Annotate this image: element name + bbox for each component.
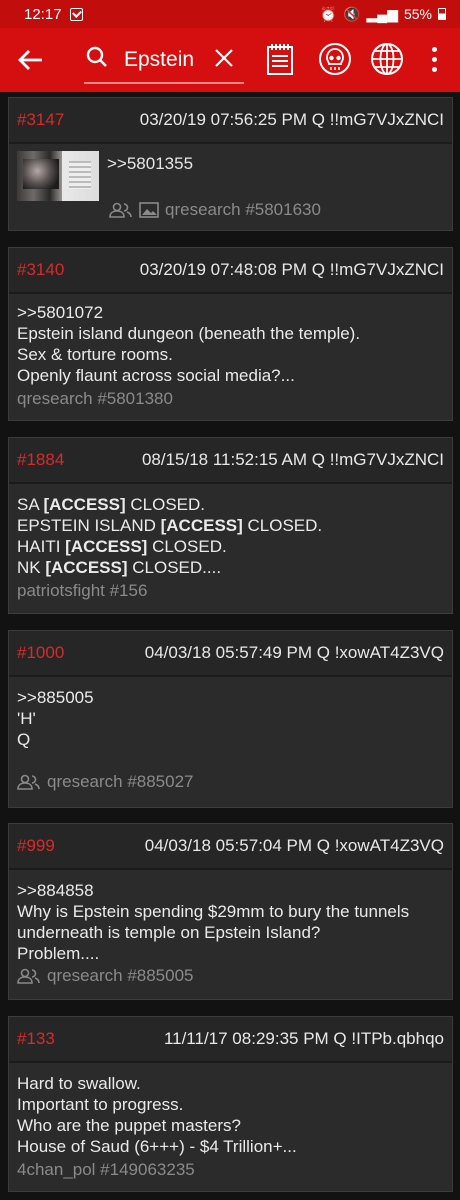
status-right: ⏰ 🔇 ▂▄▆ 55%: [320, 6, 446, 23]
post-body: >>5801072 Epstein island dungeon (beneat…: [9, 294, 452, 386]
post-text-line: Important to progress.: [17, 1095, 184, 1114]
post-text-line: EPSTEIN ISLAND [ACCESS] CLOSED.: [17, 516, 323, 535]
mute-icon: 🔇: [343, 5, 361, 22]
post-meta: 04/03/18 05:57:49 PM Q !xowAT4Z3VQ: [144, 643, 444, 662]
status-time: 12:17: [24, 5, 62, 23]
post-reply-link[interactable]: >>885005: [17, 687, 444, 708]
post-meta: 03/20/19 07:56:25 PM Q !!mG7VJxZNCI: [139, 110, 444, 129]
battery-icon: [438, 8, 446, 20]
image-icon: [139, 202, 159, 218]
post-source[interactable]: qresearch #885005: [47, 966, 194, 986]
post-header: #999 04/03/18 05:57:04 PM Q !xowAT4Z3VQ: [9, 824, 452, 870]
post-text-line: Why is Epstein spending $29mm to bury th…: [17, 902, 410, 921]
post-text-line: Who are the puppet masters?: [17, 1116, 241, 1135]
post-body: >>884858 Why is Epstein spending $29mm t…: [9, 870, 452, 964]
post-text-line: SA [ACCESS] CLOSED.: [17, 495, 205, 514]
post-text-line: Epstein island dungeon (beneath the temp…: [17, 324, 361, 343]
post-footer: qresearch #5801380: [9, 386, 452, 409]
post-text-line: Hard to swallow.: [17, 1074, 141, 1093]
post-text-line: House of Saud (6+++) - $4 Trillion+...: [17, 1137, 297, 1156]
post-body: SA [ACCESS] CLOSED. EPSTEIN ISLAND [ACCE…: [9, 484, 452, 578]
post-footer: patriotsfight #156: [9, 578, 452, 601]
people-icon: [109, 202, 132, 218]
post-number[interactable]: #3140: [17, 260, 64, 280]
post-header: #3140 03/20/19 07:48:08 PM Q !!mG7VJxZNC…: [9, 248, 452, 294]
post-number[interactable]: #133: [17, 1029, 55, 1049]
skull-button[interactable]: [318, 42, 352, 76]
post-footer: qresearch #5801630: [101, 192, 329, 220]
post-meta: 08/15/18 11:52:15 AM Q !!mG7VJxZNCI: [141, 450, 444, 469]
post-meta: 04/03/18 05:57:04 PM Q !xowAT4Z3VQ: [144, 836, 444, 855]
post-footer: qresearch #885005: [9, 964, 452, 986]
post-meta: 11/11/17 08:29:35 PM Q !ITPb.qbhqo: [163, 1029, 444, 1048]
clear-search-button[interactable]: [212, 46, 236, 70]
post-source[interactable]: qresearch #885027: [47, 772, 194, 792]
post-header: #1884 08/15/18 11:52:15 AM Q !!mG7VJxZNC…: [9, 438, 452, 484]
post-text-line: 'H': [17, 709, 36, 728]
post-header: #1000 04/03/18 05:57:49 PM Q !xowAT4Z3VQ: [9, 631, 452, 677]
search-icon: [86, 46, 107, 67]
back-button[interactable]: [14, 44, 48, 76]
post-reply-link[interactable]: >>5801072: [17, 302, 444, 323]
post-number[interactable]: #1000: [17, 643, 64, 663]
post-number[interactable]: #1884: [17, 450, 64, 470]
post-header: #3147 03/20/19 07:56:25 PM Q !!mG7VJxZNC…: [9, 98, 452, 144]
post-number[interactable]: #999: [17, 836, 55, 856]
post-text-line: Sex & torture rooms.: [17, 345, 173, 364]
notification-icon: [69, 7, 83, 21]
post-body: >>885005 'H' Q: [9, 677, 452, 750]
battery-text: 55%: [403, 6, 432, 22]
notepad-icon: [267, 44, 293, 75]
post-text-line: Openly flaunt across social media?...: [17, 366, 295, 385]
post-text-line: Q: [17, 730, 31, 749]
notes-button[interactable]: [266, 42, 294, 76]
app-toolbar: Epstein: [0, 28, 460, 92]
people-icon: [17, 774, 40, 790]
close-icon: [215, 49, 233, 67]
globe-icon: [371, 43, 403, 75]
post-card[interactable]: #1884 08/15/18 11:52:15 AM Q !!mG7VJxZNC…: [8, 437, 453, 614]
post-source[interactable]: qresearch #5801380: [17, 389, 173, 409]
post-reply-link[interactable]: >>5801355: [107, 154, 193, 174]
post-source[interactable]: patriotsfight #156: [17, 581, 147, 601]
post-meta: 03/20/19 07:48:08 PM Q !!mG7VJxZNCI: [139, 260, 444, 279]
post-source[interactable]: 4chan_pol #149063235: [17, 1160, 195, 1180]
signal-icon: ▂▄▆: [366, 5, 398, 22]
more-vert-icon: [431, 46, 437, 72]
post-card[interactable]: #3147 03/20/19 07:56:25 PM Q !!mG7VJxZNC…: [8, 97, 453, 231]
post-card[interactable]: #999 04/03/18 05:57:04 PM Q !xowAT4Z3VQ …: [8, 823, 453, 1000]
post-source[interactable]: qresearch #5801630: [165, 200, 321, 220]
alarm-icon: ⏰: [319, 5, 338, 22]
post-text-line: Problem....: [17, 944, 100, 963]
globe-button[interactable]: [370, 42, 404, 76]
post-card[interactable]: #1000 04/03/18 05:57:49 PM Q !xowAT4Z3VQ…: [8, 630, 453, 808]
post-card[interactable]: #133 11/11/17 08:29:35 PM Q !ITPb.qbhqo …: [8, 1016, 453, 1192]
post-thumbnail-image[interactable]: [17, 151, 99, 201]
post-header: #133 11/11/17 08:29:35 PM Q !ITPb.qbhqo: [9, 1017, 452, 1063]
people-icon: [17, 968, 40, 984]
skull-icon: [319, 43, 351, 75]
post-text-line: HAITI [ACCESS] CLOSED.: [17, 537, 227, 556]
post-reply-link[interactable]: >>884858: [17, 880, 444, 901]
more-options-button[interactable]: [426, 42, 442, 76]
arrow-left-icon: [18, 50, 42, 70]
post-body: Hard to swallow. Important to progress. …: [9, 1063, 452, 1157]
post-footer: qresearch #885027: [9, 750, 452, 792]
status-bar: 12:17 ⏰ 🔇 ▂▄▆ 55%: [0, 0, 460, 28]
post-number[interactable]: #3147: [17, 110, 64, 130]
search-input[interactable]: Epstein: [124, 48, 206, 72]
post-text-line: underneath is temple on Epstein Island?: [17, 923, 321, 942]
post-footer: 4chan_pol #149063235: [9, 1157, 452, 1180]
post-card[interactable]: #3140 03/20/19 07:48:08 PM Q !!mG7VJxZNC…: [8, 247, 453, 421]
post-text-line: NK [ACCESS] CLOSED....: [17, 558, 222, 577]
